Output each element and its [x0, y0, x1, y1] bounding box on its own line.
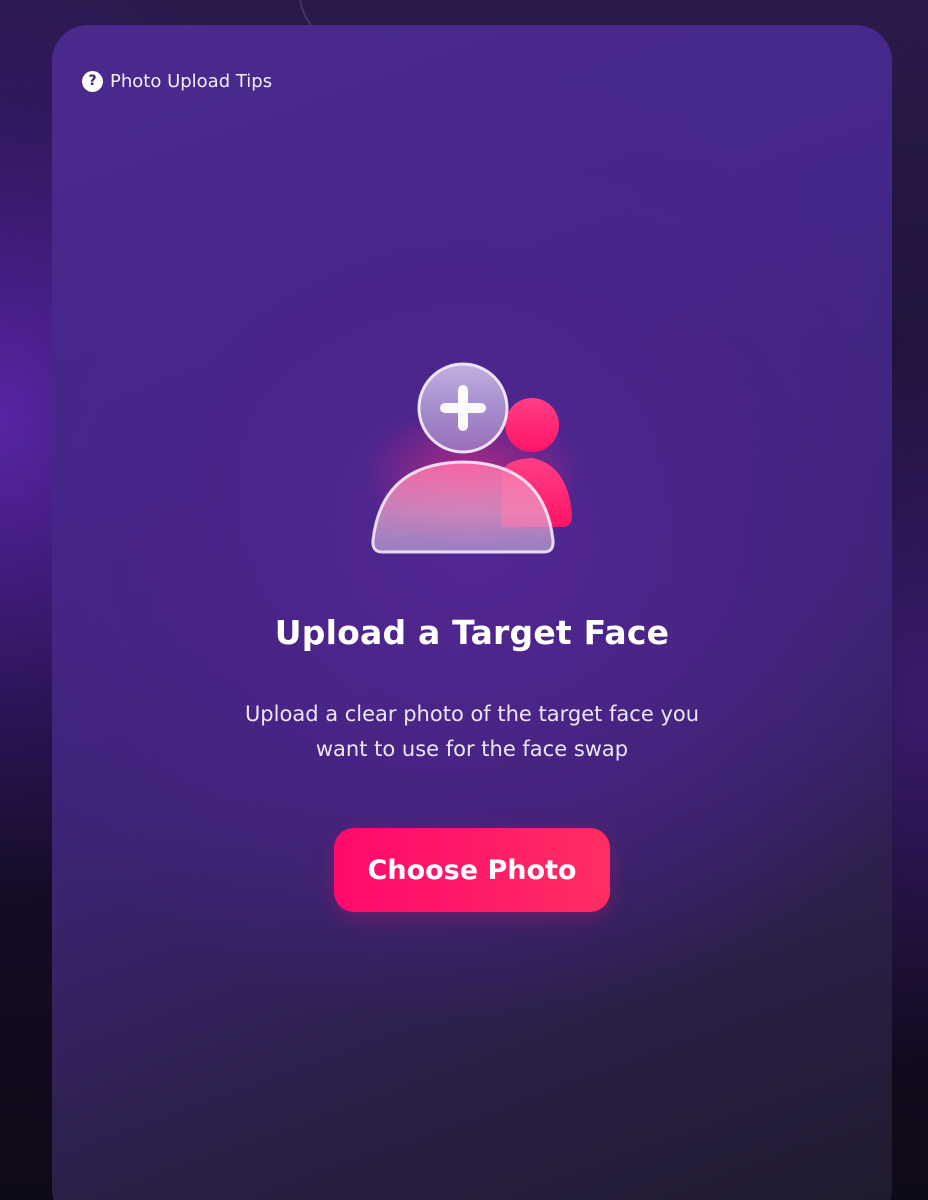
- photo-upload-tips-label: Photo Upload Tips: [110, 71, 273, 92]
- upload-card: ? Photo Upload Tips Upload a Target Face…: [52, 25, 892, 1200]
- plus-horizontal: [440, 403, 486, 413]
- choose-photo-button[interactable]: Choose Photo: [334, 828, 610, 912]
- question-circle-icon: ?: [82, 71, 103, 92]
- page-title: Upload a Target Face: [274, 613, 670, 652]
- add-user-icon: [362, 362, 582, 554]
- photo-upload-tips-link[interactable]: ? Photo Upload Tips: [82, 71, 272, 92]
- page-description: Upload a clear photo of the target face …: [244, 702, 700, 761]
- back-person-head: [505, 398, 559, 452]
